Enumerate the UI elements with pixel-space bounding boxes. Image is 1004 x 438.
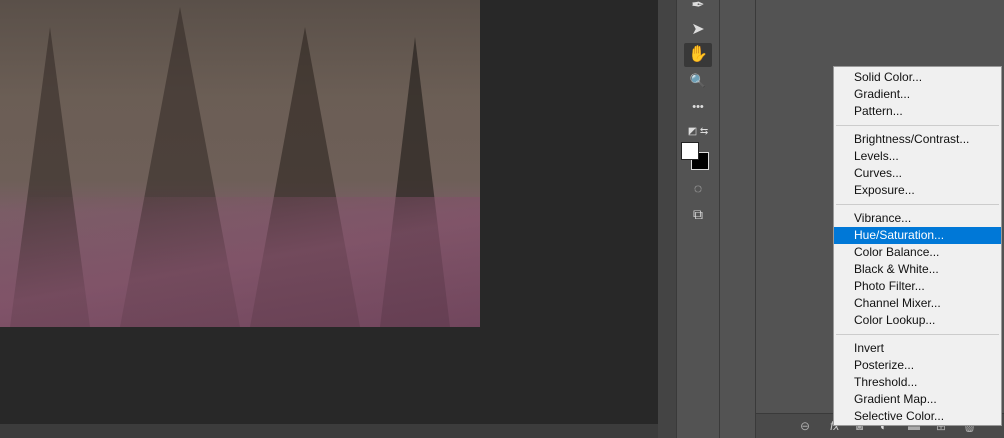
menu-item-black-white[interactable]: Black & White...: [834, 261, 1001, 278]
menu-item-photo-filter[interactable]: Photo Filter...: [834, 278, 1001, 295]
tools-panel: ✒ ➤ ✋ 🔍 ••• ◩ ⇆ ◌ ⧉: [676, 0, 720, 438]
menu-item-brightness-contrast[interactable]: Brightness/Contrast...: [834, 131, 1001, 148]
menu-item-levels[interactable]: Levels...: [834, 148, 1001, 165]
menu-item-solid-color[interactable]: Solid Color...: [834, 69, 1001, 86]
adjustment-layer-menu: Solid Color... Gradient... Pattern... Brigh…: [833, 66, 1002, 426]
forest-photo: [0, 0, 480, 327]
swap-colors-icon[interactable]: ◩ ⇆: [684, 120, 712, 144]
menu-item-channel-mixer[interactable]: Channel Mixer...: [834, 295, 1001, 312]
menu-separator: [836, 125, 999, 126]
vertical-scrollbar[interactable]: [658, 0, 676, 438]
hand-tool-icon[interactable]: ✋: [684, 43, 712, 67]
link-layers-icon[interactable]: ⊖: [800, 419, 810, 433]
menu-item-pattern[interactable]: Pattern...: [834, 103, 1001, 120]
menu-item-hue-saturation[interactable]: Hue/Saturation...: [834, 227, 1001, 244]
zoom-tool-icon[interactable]: 🔍: [684, 69, 712, 93]
menu-item-selective-color[interactable]: Selective Color...: [834, 408, 1001, 425]
path-selection-tool-icon[interactable]: ➤: [684, 18, 712, 42]
document-canvas[interactable]: [0, 0, 658, 424]
pen-tool-icon[interactable]: ✒: [684, 0, 712, 18]
menu-item-curves[interactable]: Curves...: [834, 165, 1001, 182]
menu-separator: [836, 334, 999, 335]
menu-item-color-balance[interactable]: Color Balance...: [834, 244, 1001, 261]
menu-item-exposure[interactable]: Exposure...: [834, 182, 1001, 199]
menu-item-gradient[interactable]: Gradient...: [834, 86, 1001, 103]
menu-item-posterize[interactable]: Posterize...: [834, 357, 1001, 374]
menu-separator: [836, 204, 999, 205]
screen-mode-icon[interactable]: ⧉: [684, 202, 712, 226]
edit-toolbar-icon[interactable]: •••: [684, 95, 712, 119]
quick-mask-icon[interactable]: ◌: [684, 176, 712, 200]
horizontal-scrollbar[interactable]: [0, 424, 658, 438]
menu-item-gradient-map[interactable]: Gradient Map...: [834, 391, 1001, 408]
menu-item-invert[interactable]: Invert: [834, 340, 1001, 357]
menu-item-vibrance[interactable]: Vibrance...: [834, 210, 1001, 227]
menu-item-color-lookup[interactable]: Color Lookup...: [834, 312, 1001, 329]
panel-dock: [720, 0, 756, 438]
foreground-color-swatch[interactable]: [681, 142, 699, 160]
menu-item-threshold[interactable]: Threshold...: [834, 374, 1001, 391]
